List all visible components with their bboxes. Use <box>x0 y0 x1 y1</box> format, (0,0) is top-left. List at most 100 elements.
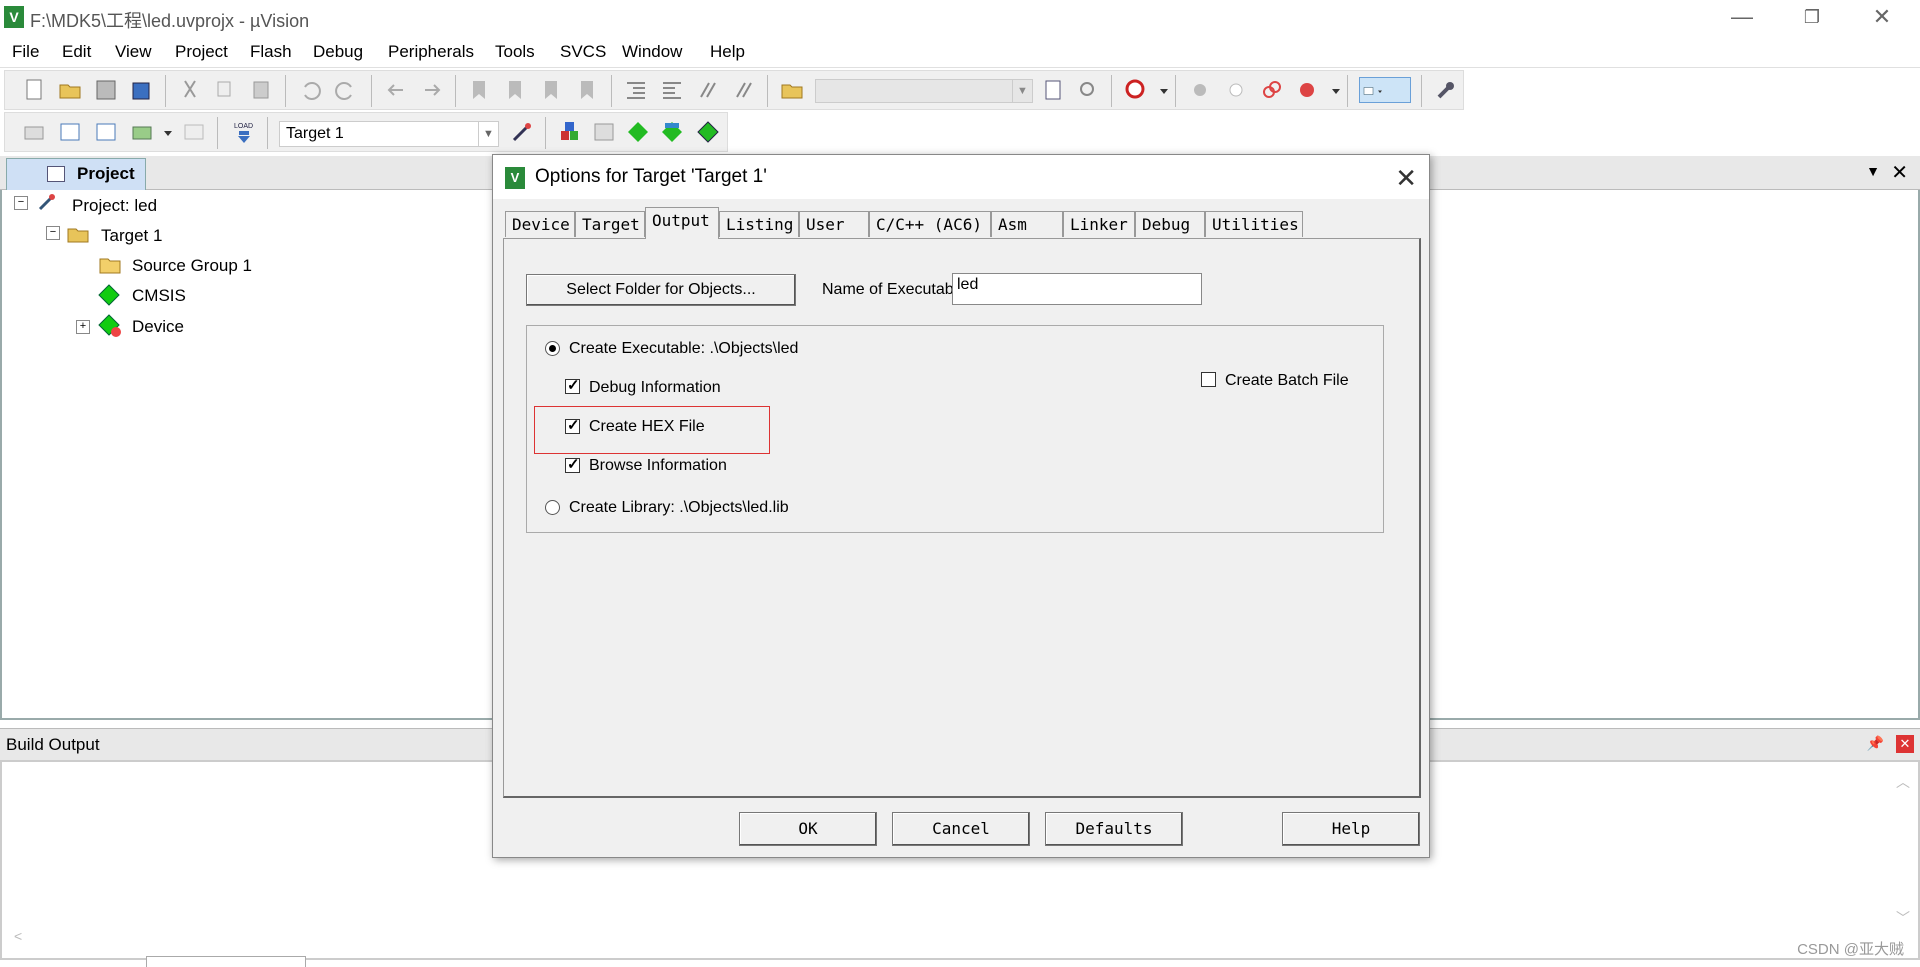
cut-icon[interactable] <box>177 77 203 103</box>
paste-icon[interactable] <box>249 77 275 103</box>
menu-help[interactable]: Help <box>710 42 745 62</box>
scroll-up-icon[interactable]: ︿ <box>1896 772 1910 792</box>
scroll-down-icon[interactable]: ﹀ <box>1896 908 1910 928</box>
chevron-down-icon[interactable]: ▼ <box>1866 163 1880 179</box>
pin-icon[interactable]: 📌 <box>1867 735 1884 752</box>
rebuild-icon[interactable] <box>93 119 119 145</box>
tab-debug[interactable]: Debug <box>1135 211 1205 237</box>
restore-button[interactable]: ❐ <box>1792 4 1832 30</box>
comment-icon[interactable] <box>695 77 721 103</box>
tab-device[interactable]: Device <box>505 211 575 237</box>
menu-svcs[interactable]: SVCS <box>560 42 606 62</box>
uncomment-icon[interactable] <box>731 77 757 103</box>
target-select[interactable]: Target 1 ▼ <box>279 121 499 147</box>
scroll-left-icon[interactable]: < <box>14 928 22 944</box>
tree-cmsis[interactable]: CMSIS <box>132 286 186 306</box>
breakpoint-kill-icon[interactable] <box>1259 77 1285 103</box>
breakpoint-disable-icon[interactable] <box>1223 77 1249 103</box>
breakpoint-icon[interactable] <box>1187 77 1213 103</box>
bookmark-clear-icon[interactable] <box>575 77 601 103</box>
build-icon[interactable] <box>57 119 83 145</box>
create-library-radio[interactable] <box>545 500 560 515</box>
select-folder-button[interactable]: Select Folder for Objects... <box>526 274 796 306</box>
tab-linker[interactable]: Linker <box>1063 211 1135 237</box>
save-all-icon[interactable] <box>127 77 153 103</box>
redo-icon[interactable] <box>333 77 359 103</box>
create-executable-radio[interactable] <box>545 341 560 356</box>
defaults-button[interactable]: Defaults <box>1045 812 1183 846</box>
debug-session-icon[interactable] <box>1123 77 1149 103</box>
menu-view[interactable]: View <box>115 42 152 62</box>
executable-name-input[interactable]: led <box>952 273 1202 305</box>
new-file-icon[interactable] <box>21 77 47 103</box>
open-file-icon[interactable] <box>57 77 83 103</box>
wrench-icon[interactable] <box>1433 77 1459 103</box>
tab-asm[interactable]: Asm <box>991 211 1063 237</box>
find-in-files-icon[interactable] <box>779 77 805 103</box>
tab-cpp[interactable]: C/C++ (AC6) <box>869 211 991 237</box>
menu-debug[interactable]: Debug <box>313 42 363 62</box>
close-icon[interactable]: ✕ <box>1891 160 1908 185</box>
menu-project[interactable]: Project <box>175 42 228 62</box>
target-options-icon[interactable] <box>509 119 535 145</box>
download-icon[interactable]: LOAD <box>231 119 257 145</box>
tab-project[interactable]: Project <box>6 158 146 190</box>
tree-target[interactable]: Target 1 <box>101 226 162 246</box>
close-window-button[interactable]: ✕ <box>1862 4 1902 30</box>
forward-icon[interactable] <box>419 77 445 103</box>
close-icon[interactable]: ✕ <box>1896 735 1914 753</box>
chevron-down-icon[interactable] <box>155 119 172 145</box>
menu-file[interactable]: File <box>12 42 39 62</box>
manage-components-icon[interactable] <box>591 119 617 145</box>
indent-icon[interactable] <box>623 77 649 103</box>
find-icon[interactable] <box>1041 77 1067 103</box>
create-hex-checkbox[interactable] <box>565 416 580 434</box>
dialog-close-button[interactable]: ✕ <box>1395 163 1417 194</box>
window-layout-icon[interactable] <box>1359 77 1411 103</box>
select-packs-icon[interactable] <box>695 119 721 145</box>
collapse-icon[interactable]: − <box>46 226 60 240</box>
output-tab[interactable] <box>146 956 306 967</box>
tab-target[interactable]: Target <box>575 211 645 237</box>
expand-icon[interactable]: + <box>76 320 90 334</box>
chevron-down-icon[interactable] <box>1323 77 1340 103</box>
tree-source-group[interactable]: Source Group 1 <box>132 256 252 276</box>
tab-output[interactable]: Output <box>645 207 719 239</box>
bookmark-next-icon[interactable] <box>539 77 565 103</box>
menu-flash[interactable]: Flash <box>250 42 292 62</box>
debug-info-checkbox[interactable] <box>565 376 580 394</box>
collapse-icon[interactable]: − <box>14 196 28 210</box>
rte-icon[interactable] <box>625 119 651 145</box>
chevron-down-icon[interactable] <box>1151 77 1168 103</box>
browse-info-checkbox[interactable] <box>565 455 580 473</box>
stop-build-icon[interactable] <box>181 119 207 145</box>
menu-peripherals[interactable]: Peripherals <box>388 42 474 62</box>
menu-tools[interactable]: Tools <box>495 42 535 62</box>
find-combobox[interactable]: ▼ <box>815 79 1033 103</box>
batch-build-icon[interactable] <box>129 119 155 145</box>
menu-window[interactable]: Window <box>622 42 682 62</box>
tree-project[interactable]: Project: led <box>72 196 157 216</box>
translate-icon[interactable] <box>21 119 47 145</box>
back-icon[interactable] <box>383 77 409 103</box>
minimize-button[interactable]: — <box>1722 4 1762 30</box>
bookmark-icon[interactable] <box>467 77 493 103</box>
file-extensions-icon[interactable] <box>557 119 583 145</box>
configure-icon[interactable] <box>1295 77 1321 103</box>
ok-button[interactable]: OK <box>739 812 877 846</box>
menu-edit[interactable]: Edit <box>62 42 91 62</box>
unindent-icon[interactable] <box>659 77 685 103</box>
tree-device[interactable]: Device <box>132 317 184 337</box>
incremental-find-icon[interactable] <box>1075 77 1101 103</box>
bookmark-prev-icon[interactable] <box>503 77 529 103</box>
copy-icon[interactable] <box>213 77 239 103</box>
cancel-button[interactable]: Cancel <box>892 812 1030 846</box>
save-icon[interactable] <box>93 77 119 103</box>
tab-utilities[interactable]: Utilities <box>1205 211 1303 237</box>
tab-listing[interactable]: Listing <box>719 211 799 237</box>
undo-icon[interactable] <box>297 77 323 103</box>
create-batch-checkbox[interactable] <box>1201 372 1216 387</box>
tab-user[interactable]: User <box>799 211 869 237</box>
help-button[interactable]: Help <box>1282 812 1420 846</box>
pack-installer-icon[interactable] <box>659 119 685 145</box>
